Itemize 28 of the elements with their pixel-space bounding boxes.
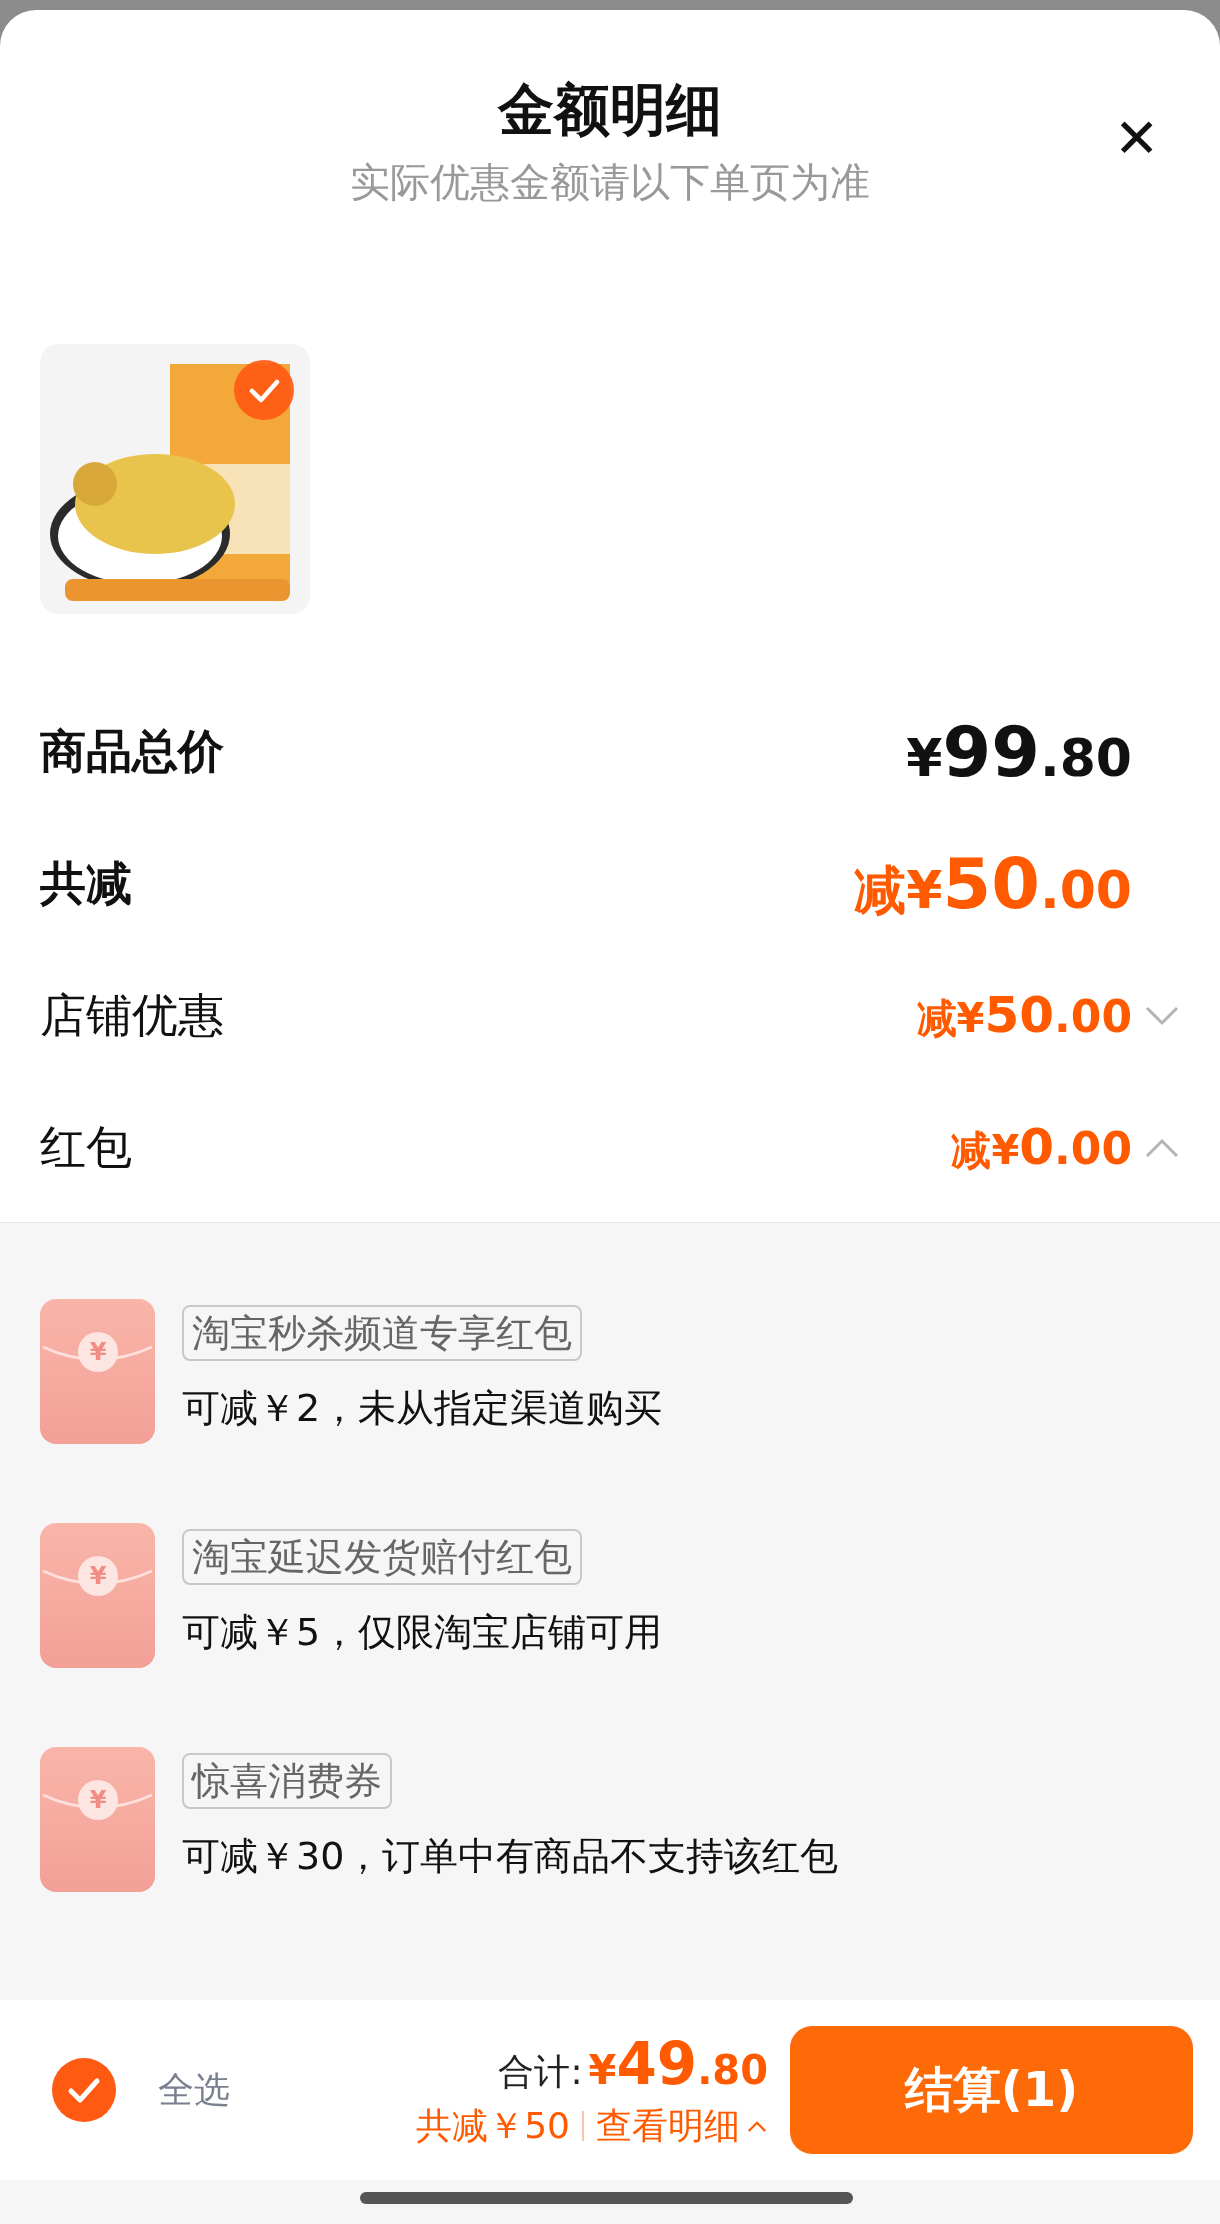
row-label: 商品总价 [40, 723, 224, 780]
amount-value: ¥99.80 [906, 711, 1132, 793]
chevron-down-icon[interactable] [1144, 1005, 1180, 1027]
envelope-icon: ¥ [40, 1523, 155, 1668]
coupon-note: 可减￥5，仅限淘宝店铺可用 [182, 1609, 663, 1656]
coupon-note: 可减￥30，订单中有商品不支持该红包 [182, 1833, 839, 1880]
sheet-title: 金额明细 [498, 76, 722, 144]
details-link[interactable]: 查看明细 [584, 2101, 768, 2151]
amount-value: 减¥50.00 [854, 842, 1132, 926]
envelope-icon: ¥ [40, 1747, 155, 1892]
check-icon[interactable] [234, 360, 294, 420]
coupon-note: 可减￥2，未从指定渠道购买 [182, 1385, 663, 1432]
sheet-subtitle: 实际优惠金额请以下单页为准 [350, 158, 870, 207]
coupon-tag: 淘宝延迟发货赔付红包 [182, 1529, 582, 1585]
total-label: 合计: [498, 2049, 583, 2094]
envelope-icon: ¥ [40, 1299, 155, 1444]
amount-value: 减¥50.00 [916, 986, 1132, 1046]
amount-value: 减¥0.00 [951, 1118, 1132, 1178]
chevron-up-icon[interactable] [1144, 1137, 1180, 1159]
coupon-tag: 惊喜消费券 [182, 1753, 392, 1809]
checkout-button[interactable]: 结算(1) [790, 2026, 1193, 2154]
coupon-tag: 淘宝秒杀频道专享红包 [182, 1305, 582, 1361]
close-button[interactable]: ✕ [1104, 106, 1168, 170]
select-all-label[interactable]: 全选 [158, 2065, 230, 2115]
row-label: 共减 [40, 855, 132, 912]
row-label: 店铺优惠 [40, 987, 224, 1044]
total-amount: ¥49.80 [588, 2029, 768, 2098]
row-label: 红包 [40, 1119, 132, 1176]
